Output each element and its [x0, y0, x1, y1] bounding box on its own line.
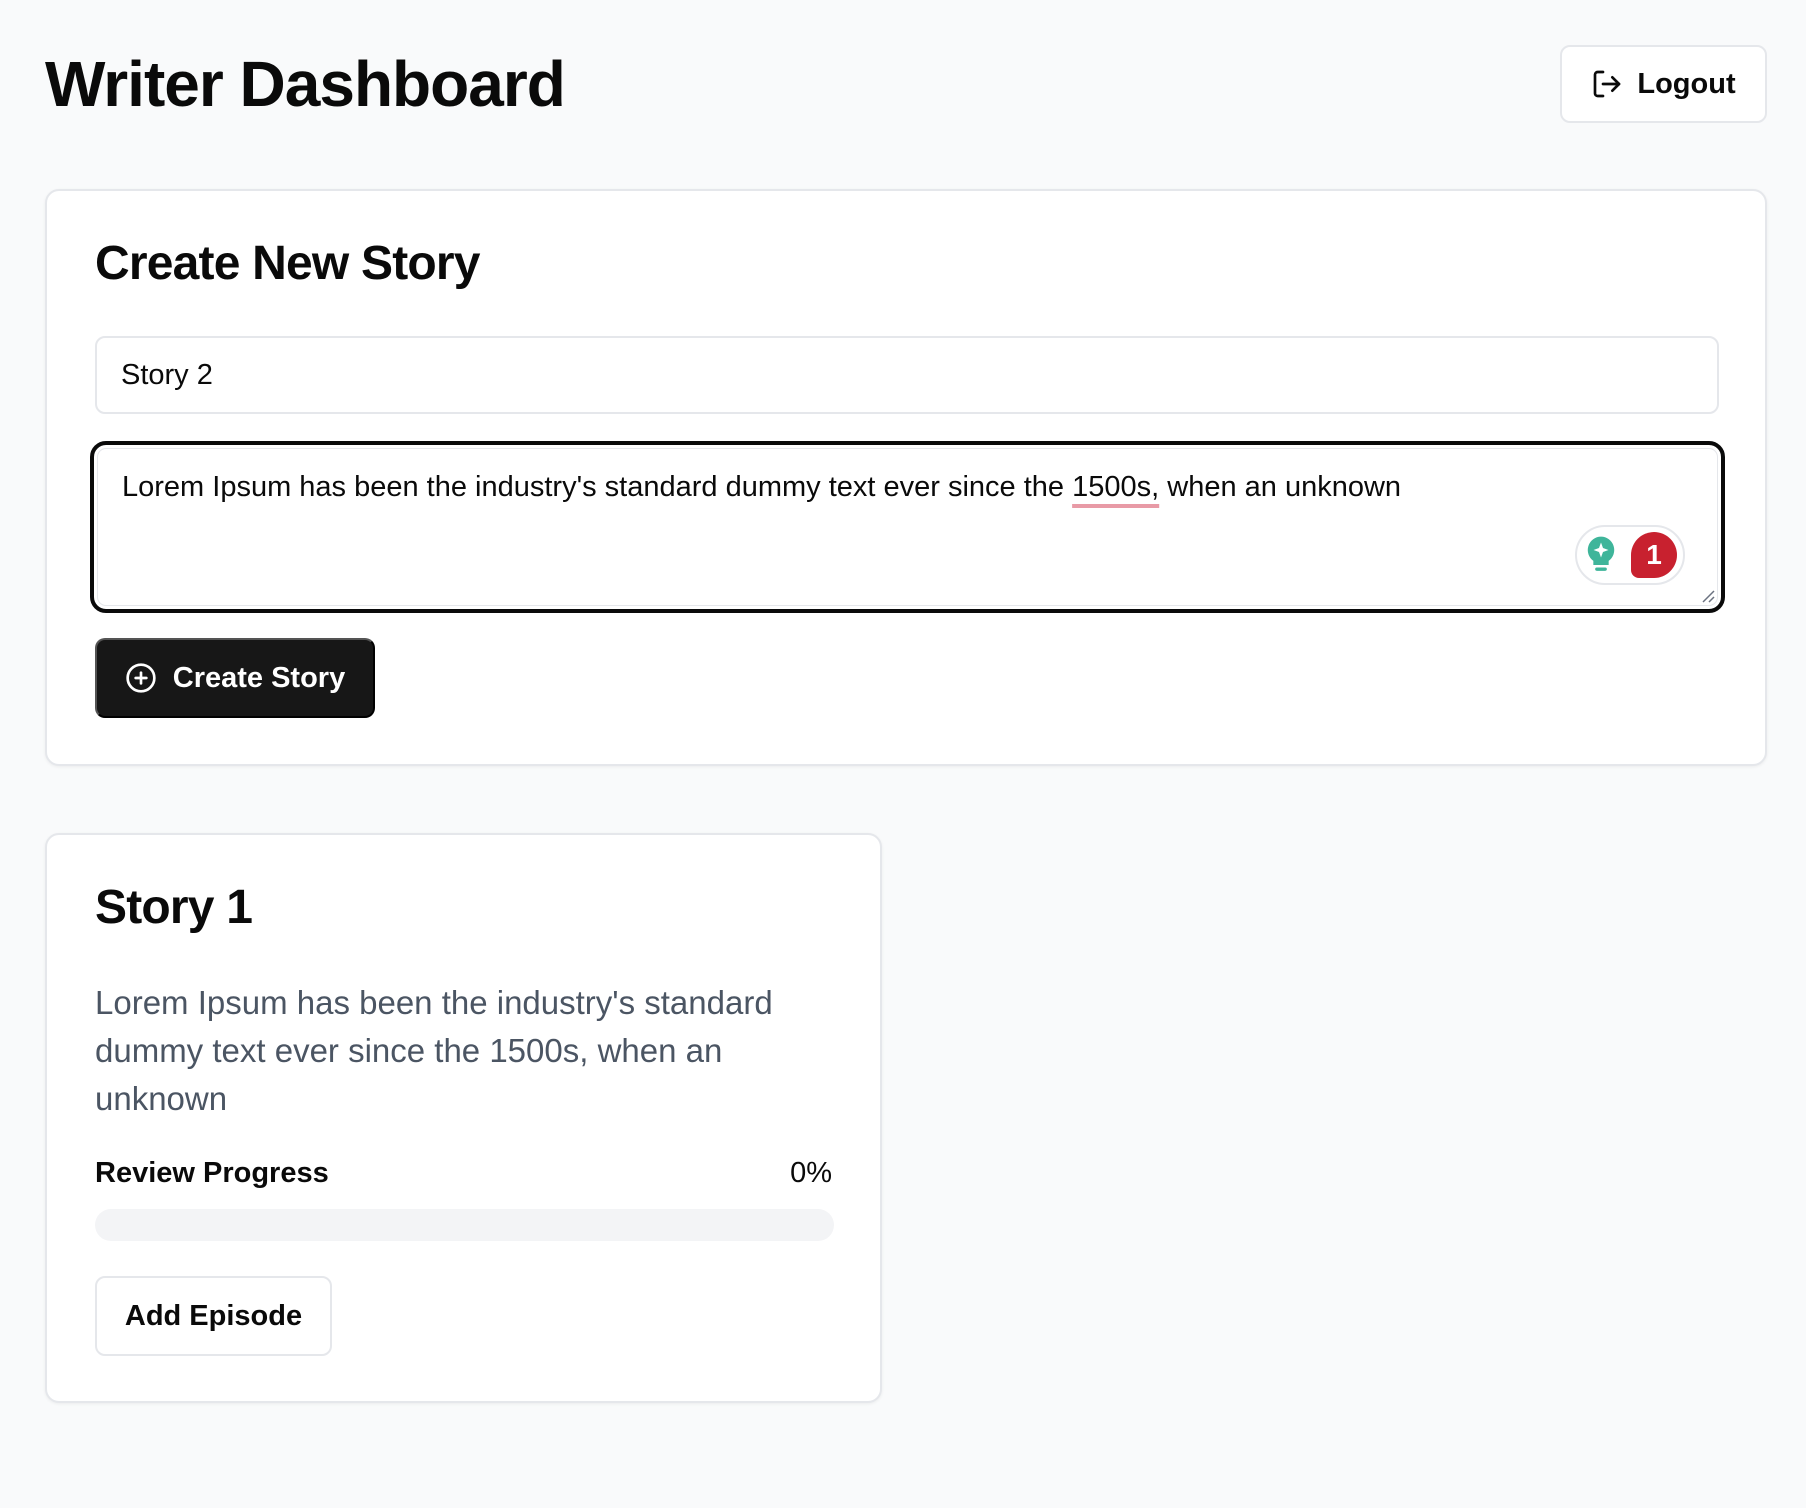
- writer-dashboard-page: Writer Dashboard Logout Create New Story…: [0, 0, 1806, 1508]
- review-progress-label: Review Progress: [95, 1157, 329, 1189]
- logout-label: Logout: [1637, 67, 1736, 100]
- log-out-icon: [1594, 70, 1621, 98]
- spellcheck-flagged-word[interactable]: 1500s,: [1072, 471, 1159, 503]
- review-progress-value: 0%: [790, 1157, 832, 1189]
- story-card: Story 1 Lorem Ipsum has been the industr…: [45, 833, 882, 1403]
- plus-circle-icon: [126, 663, 156, 693]
- story-description: Lorem Ipsum has been the industry's stan…: [95, 984, 773, 1117]
- review-progress-bar: [95, 1209, 834, 1241]
- story-description-textarea[interactable]: Lorem Ipsum has been the industry's stan…: [90, 441, 1725, 613]
- lightbulb-icon: [1587, 536, 1615, 571]
- create-story-heading: Create New Story: [95, 237, 480, 290]
- grammar-issue-count-badge[interactable]: 1: [1631, 532, 1677, 578]
- add-episode-button[interactable]: Add Episode: [95, 1276, 332, 1356]
- story-title: Story 1: [95, 881, 253, 934]
- resize-handle-icon[interactable]: [1699, 587, 1715, 603]
- story-title-input[interactable]: Story 2: [95, 336, 1719, 414]
- grammar-checker-widget[interactable]: 1: [1575, 525, 1685, 585]
- logout-button[interactable]: Logout: [1560, 45, 1767, 123]
- story-description-text: Lorem Ipsum has been the industry's stan…: [122, 471, 1402, 503]
- create-story-button[interactable]: Create Story: [95, 638, 375, 718]
- create-story-label: Create Story: [172, 661, 346, 694]
- create-story-card: Create New Story Story 2 Lorem Ipsum has…: [45, 189, 1767, 766]
- page-title: Writer Dashboard: [45, 48, 566, 120]
